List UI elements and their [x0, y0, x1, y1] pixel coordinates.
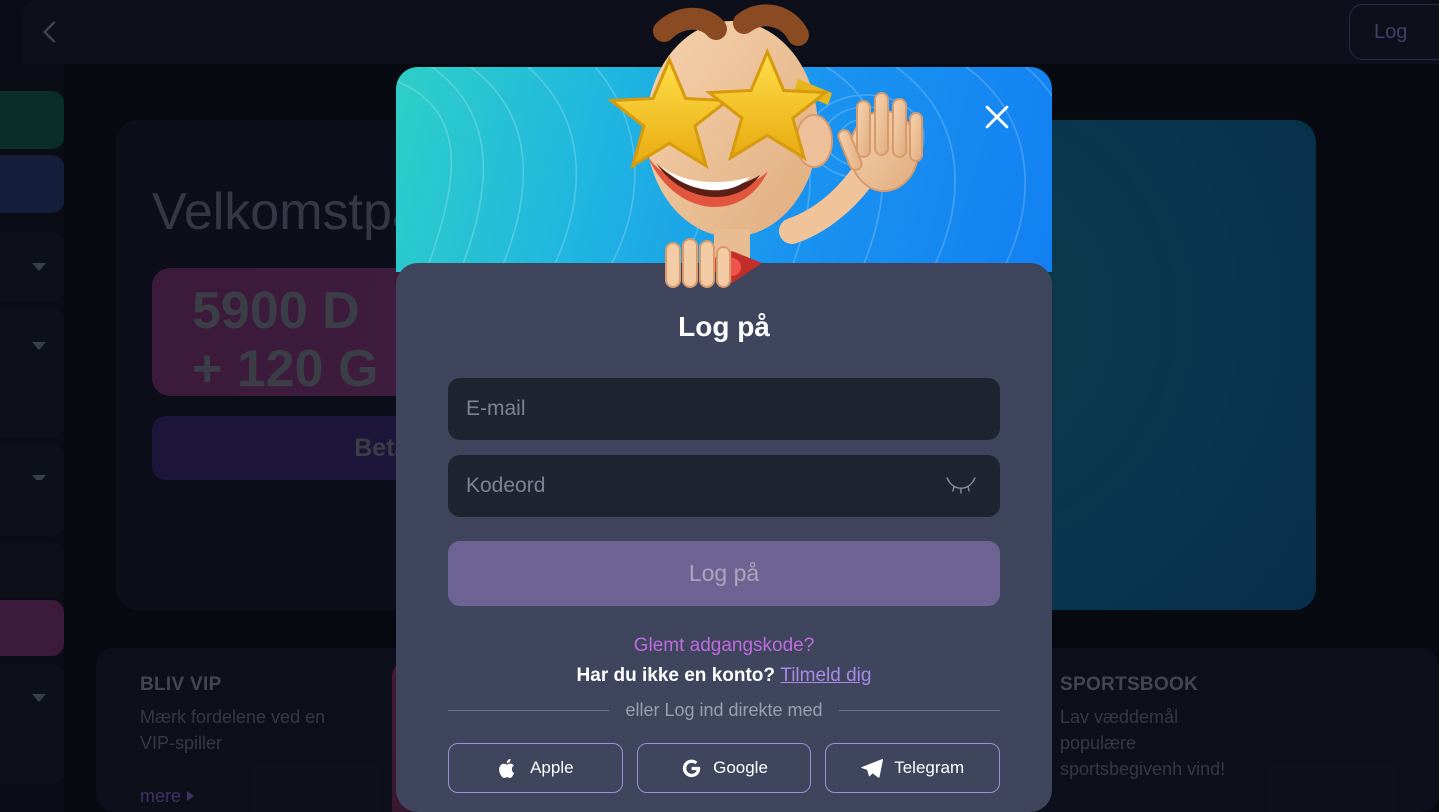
apple-login-button[interactable]: Apple [448, 743, 623, 793]
apple-icon [497, 757, 519, 779]
login-submit-label: Log på [688, 560, 760, 586]
login-modal: Log på E-mail Kodeord Log på Glemt adgan… [396, 4, 1052, 812]
contour-pattern [396, 67, 1052, 272]
social-login-row: Apple Google Telegram [448, 743, 1001, 793]
modal-banner [396, 67, 1052, 272]
apple-login-label: Apple [530, 758, 574, 777]
google-login-label: Google [713, 758, 768, 777]
password-field[interactable]: Kodeord [448, 455, 1000, 517]
signup-row: Har du ikke en konto? Tilmeld dig [448, 665, 1000, 687]
telegram-login-label: Telegram [894, 758, 965, 777]
divider-line-right [838, 710, 1000, 711]
modal-title: Log på [678, 311, 770, 342]
eye-closed-icon [946, 477, 976, 494]
close-button[interactable] [978, 98, 1016, 136]
signup-link[interactable]: Tilmeld dig [780, 665, 871, 686]
login-submit-button[interactable]: Log på [448, 541, 1000, 606]
telegram-login-button[interactable]: Telegram [825, 743, 1001, 793]
password-visibility-toggle[interactable] [946, 477, 976, 495]
email-field[interactable]: E-mail [448, 378, 1000, 440]
close-icon [985, 105, 1009, 129]
forgot-password-link[interactable]: Glemt adgangskode? [448, 635, 1000, 657]
forgot-password-label: Glemt adgangskode? [633, 635, 815, 656]
divider-label: eller Log ind direkte med [625, 700, 823, 720]
telegram-icon [861, 757, 884, 779]
google-login-button[interactable]: Google [636, 743, 812, 793]
modal-body: Log på E-mail Kodeord Log på Glemt adgan… [396, 263, 1052, 812]
email-placeholder: E-mail [466, 397, 526, 420]
divider-line-left [448, 710, 610, 711]
google-icon [680, 757, 702, 779]
no-account-text: Har du ikke en konto? [576, 665, 776, 686]
password-placeholder: Kodeord [466, 474, 546, 497]
social-divider: eller Log ind direkte med [448, 700, 1000, 721]
